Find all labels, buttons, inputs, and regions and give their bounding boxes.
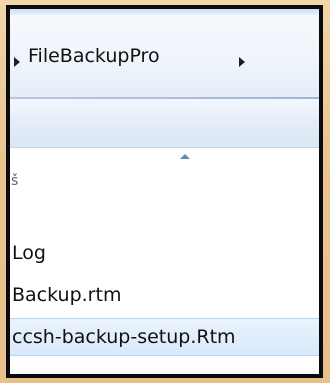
explorer-window: FileBackupPro š Log Backup.rtm ccsh-back…: [6, 5, 323, 378]
file-name: Log: [12, 242, 46, 264]
explorer-content: FileBackupPro š Log Backup.rtm ccsh-back…: [10, 9, 319, 374]
address-bar[interactable]: FileBackupPro: [10, 15, 319, 98]
column-header[interactable]: [10, 148, 319, 166]
chevron-right-icon[interactable]: [239, 57, 245, 67]
chevron-right-icon[interactable]: [14, 57, 20, 67]
sort-ascending-icon[interactable]: [180, 154, 190, 159]
file-name: ccsh-backup-setup.Rtm: [12, 326, 236, 348]
list-item[interactable]: Log: [10, 235, 319, 271]
breadcrumb-folder[interactable]: FileBackupPro: [28, 45, 160, 67]
toolbar: [10, 99, 319, 148]
column-header-label: š: [11, 173, 19, 189]
list-item[interactable]: Backup.rtm: [10, 277, 319, 313]
list-item-selected[interactable]: ccsh-backup-setup.Rtm: [10, 318, 319, 356]
file-name: Backup.rtm: [12, 284, 122, 306]
